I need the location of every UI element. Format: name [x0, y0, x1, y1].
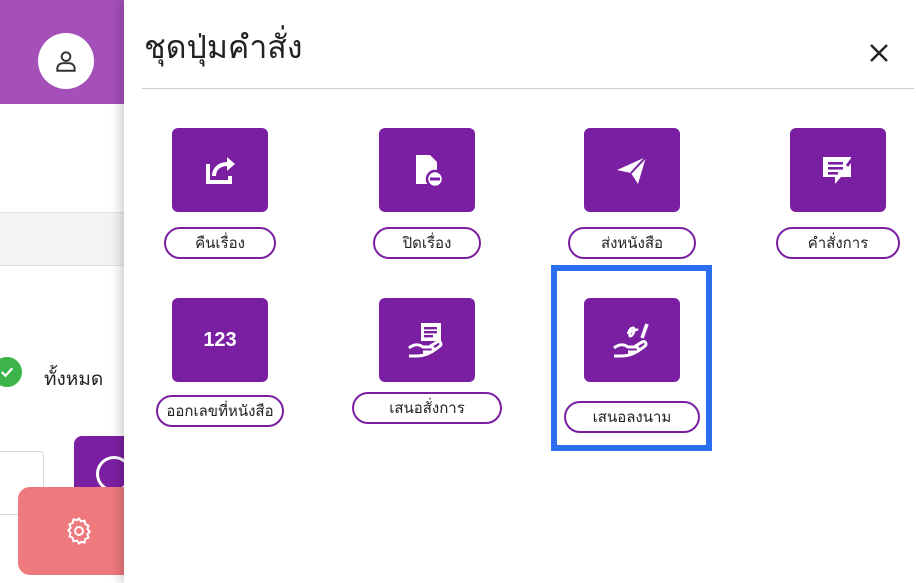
command-order-label[interactable]: คำสั่งการ [776, 227, 900, 259]
toolbar-band [0, 212, 140, 266]
command-return-label[interactable]: คืนเรื่อง [164, 227, 276, 259]
command-propose-order-tile[interactable] [379, 298, 475, 382]
check-circle-icon[interactable] [0, 357, 22, 387]
background-app: ทั้งหมด [0, 0, 144, 583]
gear-icon [66, 517, 92, 545]
user-avatar[interactable] [38, 33, 94, 89]
share-export-icon [206, 157, 235, 184]
send-paper-plane-icon [617, 156, 647, 184]
note-edit-icon [823, 157, 855, 184]
app-header [0, 0, 140, 104]
user-icon [56, 51, 76, 72]
close-icon [870, 44, 888, 62]
command-return-tile[interactable] [172, 128, 268, 212]
hand-document-icon [408, 323, 443, 358]
number-icon: 123 [203, 328, 237, 351]
command-issue-number-label[interactable]: ออกเลขที่หนังสือ [156, 395, 284, 427]
close-button[interactable] [862, 36, 896, 70]
command-propose-order-label[interactable]: เสนอสั่งการ [352, 392, 502, 424]
document-close-icon [416, 155, 445, 189]
command-close-matter-label[interactable]: ปิดเรื่อง [373, 227, 481, 259]
command-send-letter[interactable]: ส่งหนังสือ [557, 128, 707, 268]
command-return[interactable]: คืนเรื่อง [145, 128, 295, 268]
command-panel: ชุดปุ่มคำสั่ง [124, 0, 916, 583]
command-send-letter-label[interactable]: ส่งหนังสือ [568, 227, 696, 259]
command-propose-order[interactable]: เสนอสั่งการ [352, 298, 502, 438]
command-issue-number[interactable]: 123 ออกเลขที่หนังสือ [145, 298, 295, 458]
command-close-matter-tile[interactable] [379, 128, 475, 212]
command-send-letter-tile[interactable] [584, 128, 680, 212]
divider [142, 88, 914, 89]
filter-all-label: ทั้งหมด [44, 368, 104, 390]
command-order-tile[interactable] [790, 128, 886, 212]
panel-title: ชุดปุ่มคำสั่ง [144, 28, 303, 66]
command-close-matter[interactable]: ปิดเรื่อง [352, 128, 502, 268]
selection-highlight [551, 265, 712, 451]
command-order[interactable]: คำสั่งการ [763, 128, 913, 268]
command-issue-number-tile[interactable]: 123 [172, 298, 268, 382]
settings-button[interactable] [18, 487, 140, 575]
